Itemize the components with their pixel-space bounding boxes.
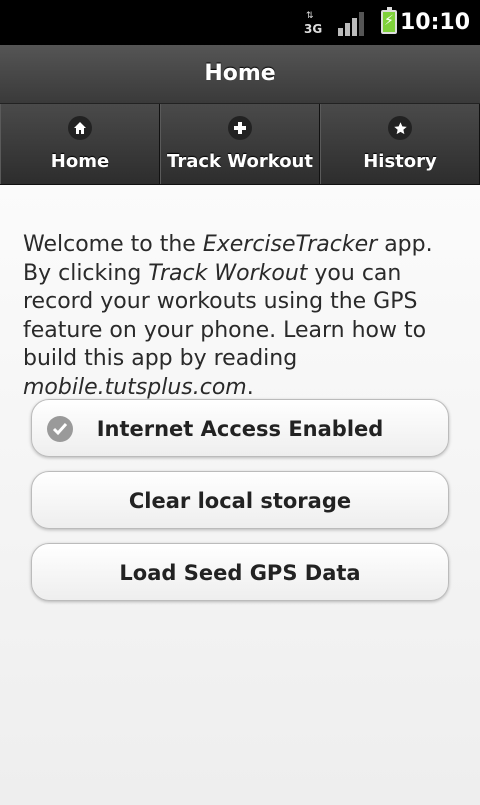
star-icon: [388, 116, 412, 140]
tab-home[interactable]: Home: [0, 104, 160, 184]
internet-access-button[interactable]: Internet Access Enabled: [31, 399, 449, 457]
tab-track-workout-label: Track Workout: [167, 151, 313, 172]
load-seed-gps-data-label: Load Seed GPS Data: [119, 561, 361, 585]
tab-track-workout[interactable]: Track Workout: [160, 104, 320, 184]
tab-bar: Home Track Workout History: [0, 104, 480, 185]
checkmark-icon: [47, 416, 73, 442]
clear-local-storage-button[interactable]: Clear local storage: [31, 471, 449, 529]
app-name: ExerciseTracker: [202, 232, 378, 257]
track-workout-mention: Track Workout: [148, 260, 308, 286]
intro-text: Welcome to the ExerciseTracker app. By c…: [23, 232, 433, 400]
tab-history-label: History: [363, 151, 437, 172]
tab-history[interactable]: History: [320, 104, 480, 184]
home-icon: [68, 116, 92, 140]
page-title: Home: [204, 61, 276, 86]
site-link: mobile.tutsplus.com: [23, 374, 247, 400]
tab-home-label: Home: [50, 151, 110, 172]
status-time: 10:10: [399, 10, 470, 35]
status-bar: ⇅ 3G ⚡ 10:10: [0, 0, 480, 45]
main-content: Welcome to the ExerciseTracker app. By c…: [0, 185, 480, 805]
battery-icon: ⚡: [381, 7, 397, 34]
load-seed-gps-data-button[interactable]: Load Seed GPS Data: [31, 543, 449, 601]
internet-access-label: Internet Access Enabled: [96, 417, 384, 441]
clear-local-storage-label: Clear local storage: [128, 489, 352, 513]
plus-icon: [228, 116, 252, 140]
page-header: Home: [0, 45, 480, 104]
signal-strength-icon: [338, 12, 364, 36]
network-3g-icon: ⇅ 3G: [304, 11, 323, 36]
